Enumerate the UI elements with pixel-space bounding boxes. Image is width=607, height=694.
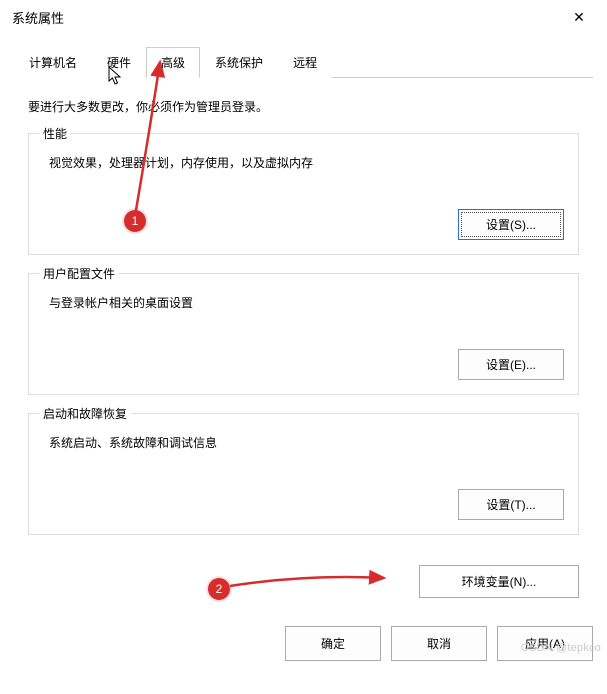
dialog-button-row: 确定 取消 应用(A) — [0, 616, 607, 675]
tab-hardware[interactable]: 硬件 — [92, 47, 146, 78]
user-profiles-settings-button[interactable]: 设置(E)... — [458, 349, 564, 380]
cancel-button[interactable]: 取消 — [391, 626, 487, 661]
performance-settings-button[interactable]: 设置(S)... — [458, 209, 564, 240]
group-performance-legend: 性能 — [39, 125, 71, 142]
watermark-text: CSDN @tepkco — [521, 642, 601, 654]
group-performance-desc: 视觉效果，处理器计划，内存使用，以及虚拟内存 — [49, 154, 564, 171]
close-button[interactable]: ✕ — [563, 5, 595, 29]
environment-variables-button[interactable]: 环境变量(N)... — [419, 565, 579, 598]
group-startup-desc: 系统启动、系统故障和调试信息 — [49, 434, 564, 451]
close-icon: ✕ — [573, 9, 585, 26]
group-performance: 性能 视觉效果，处理器计划，内存使用，以及虚拟内存 设置(S)... — [28, 133, 579, 255]
title-bar: 系统属性 ✕ — [0, 0, 607, 34]
env-row: 环境变量(N)... — [0, 561, 607, 616]
tab-bar: 计算机名 硬件 高级 系统保护 远程 — [14, 46, 593, 78]
tab-content-advanced: 要进行大多数更改，你必须作为管理员登录。 性能 视觉效果，处理器计划，内存使用，… — [0, 78, 607, 561]
startup-settings-button[interactable]: 设置(T)... — [458, 489, 564, 520]
group-user-profiles-legend: 用户配置文件 — [39, 265, 119, 282]
group-user-profiles: 用户配置文件 与登录帐户相关的桌面设置 设置(E)... — [28, 273, 579, 395]
group-startup-recovery: 启动和故障恢复 系统启动、系统故障和调试信息 设置(T)... — [28, 413, 579, 535]
tab-remote[interactable]: 远程 — [278, 47, 332, 78]
group-user-profiles-desc: 与登录帐户相关的桌面设置 — [49, 294, 564, 311]
group-startup-btn-row: 设置(T)... — [43, 489, 564, 520]
group-startup-legend: 启动和故障恢复 — [39, 405, 131, 422]
group-user-profiles-btn-row: 设置(E)... — [43, 349, 564, 380]
group-performance-btn-row: 设置(S)... — [43, 209, 564, 240]
tab-computer-name[interactable]: 计算机名 — [14, 47, 92, 78]
tab-system-protection[interactable]: 系统保护 — [200, 47, 278, 78]
ok-button[interactable]: 确定 — [285, 626, 381, 661]
tab-advanced[interactable]: 高级 — [146, 47, 200, 78]
window-title: 系统属性 — [12, 8, 64, 27]
intro-text: 要进行大多数更改，你必须作为管理员登录。 — [28, 98, 579, 115]
